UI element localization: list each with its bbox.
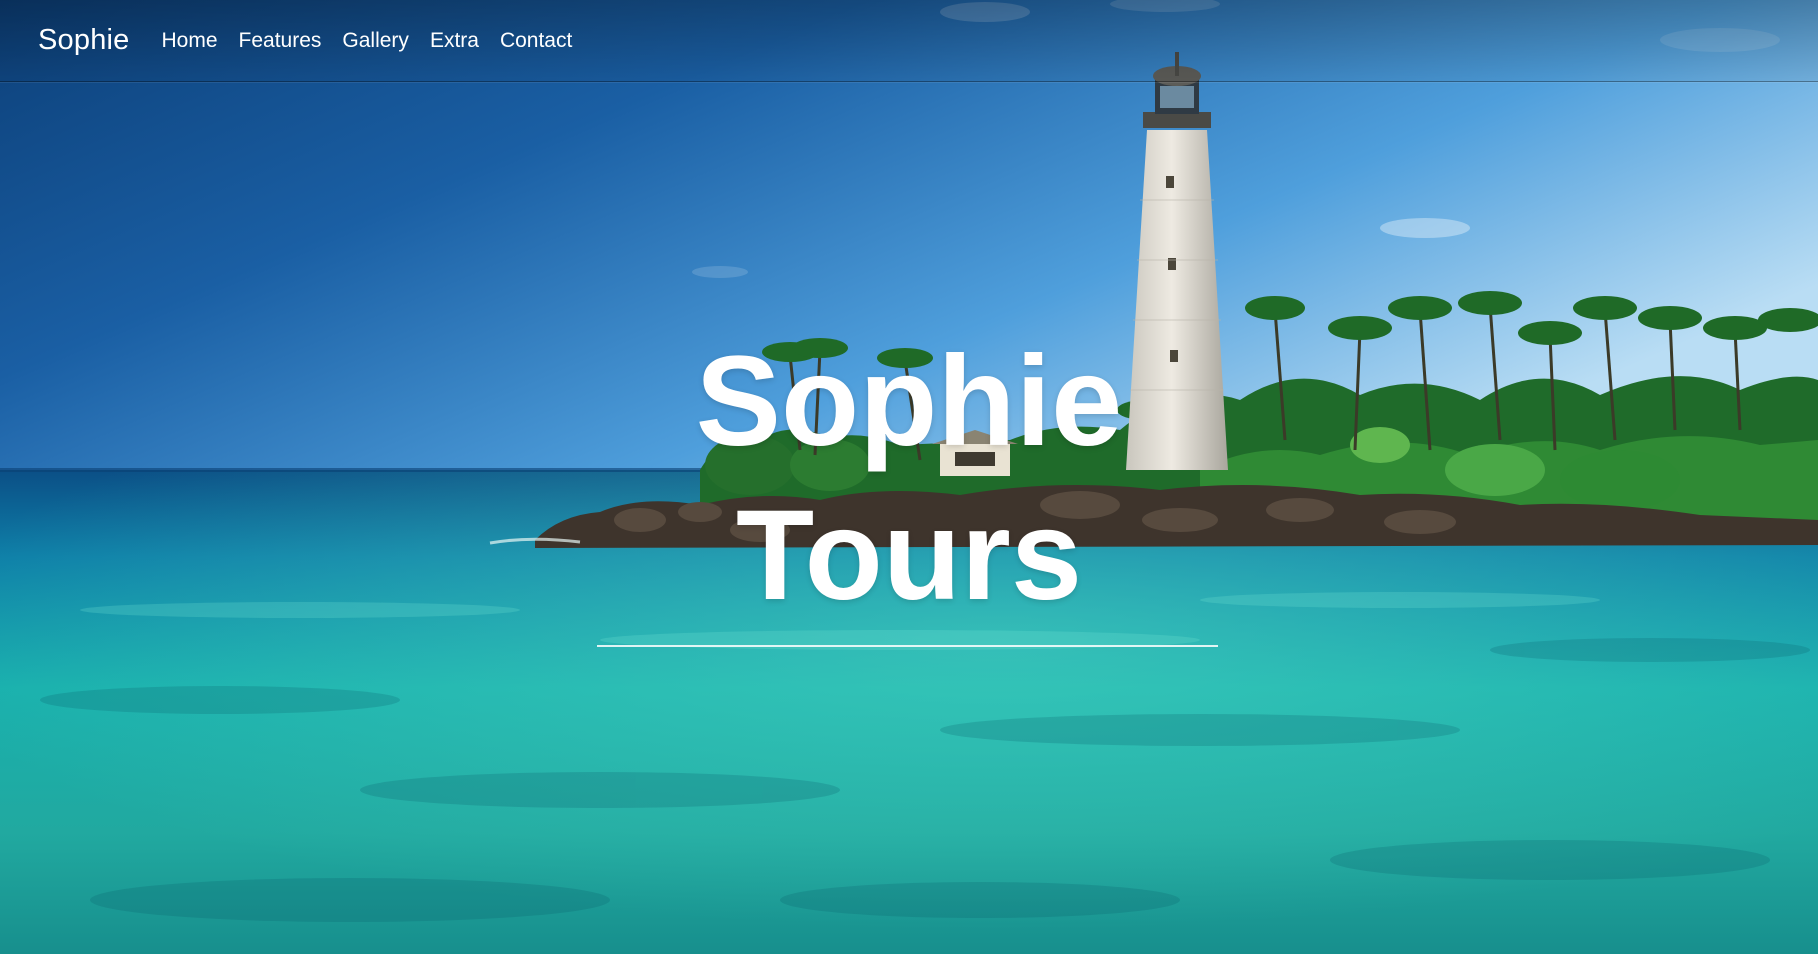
top-navbar: Sophie Home Features Gallery Extra Conta… bbox=[0, 0, 1818, 82]
nav-link-features[interactable]: Features bbox=[239, 29, 322, 52]
hero-title-line-1: Sophie bbox=[695, 330, 1123, 473]
hero-divider bbox=[597, 645, 1218, 647]
nav-link-extra[interactable]: Extra bbox=[430, 29, 479, 52]
hero-section: Sophie Tours bbox=[0, 325, 1818, 647]
brand-logo-link[interactable]: Sophie bbox=[38, 24, 130, 57]
nav-link-contact[interactable]: Contact bbox=[500, 29, 572, 52]
nav-item-features: Features bbox=[239, 29, 322, 53]
hero-title-line-2: Tours bbox=[735, 484, 1083, 627]
landing-page: Sophie Home Features Gallery Extra Conta… bbox=[0, 0, 1818, 954]
nav-link-gallery[interactable]: Gallery bbox=[342, 29, 409, 52]
nav-item-gallery: Gallery bbox=[342, 29, 409, 53]
nav-link-home[interactable]: Home bbox=[162, 29, 218, 52]
nav-item-extra: Extra bbox=[430, 29, 479, 53]
nav-item-contact: Contact bbox=[500, 29, 572, 53]
nav-item-home: Home bbox=[162, 29, 218, 53]
hero-title: Sophie Tours bbox=[0, 325, 1818, 633]
nav-links: Home Features Gallery Extra Contact bbox=[162, 29, 594, 53]
